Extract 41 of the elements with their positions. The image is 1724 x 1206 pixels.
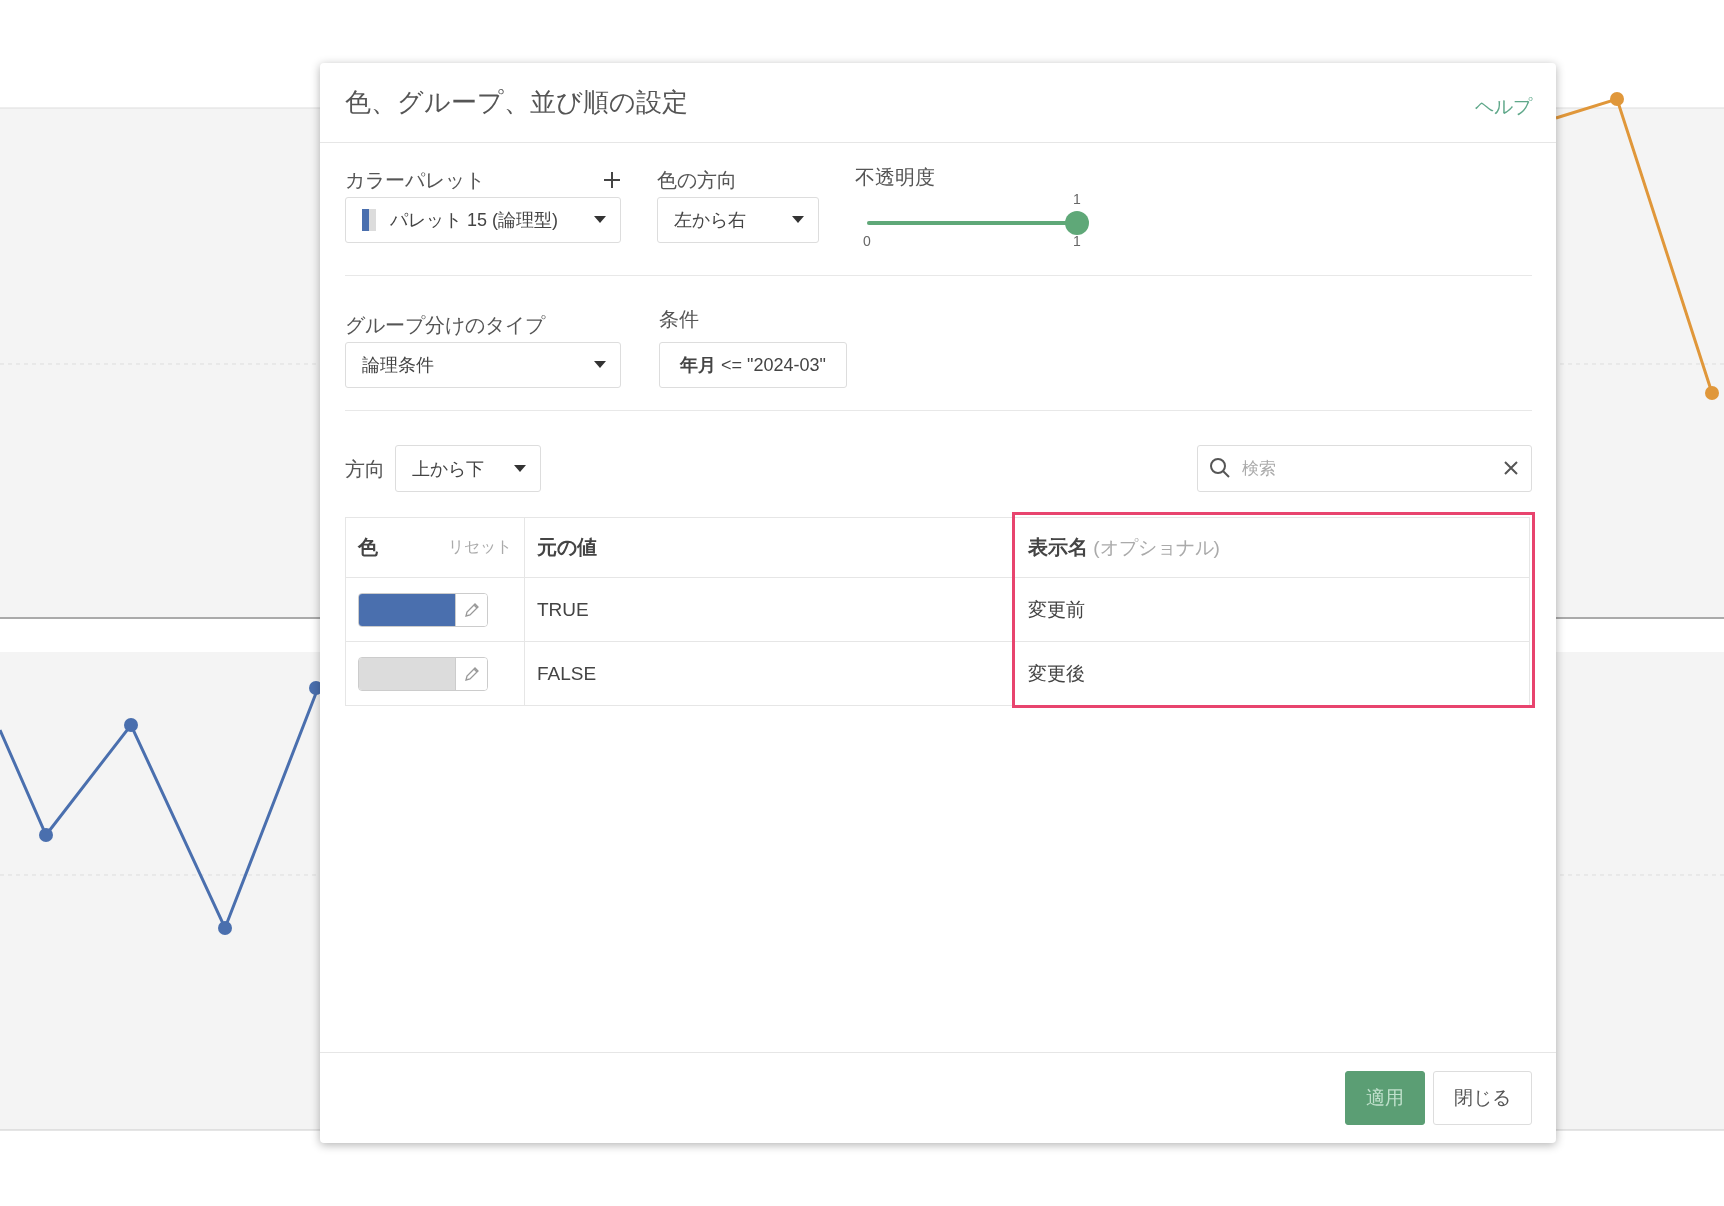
column-header: 元の値	[537, 535, 597, 560]
field-label: グループ分けのタイプ	[345, 313, 547, 338]
data-point	[1705, 386, 1719, 400]
search-field[interactable]: 検索	[1197, 445, 1532, 492]
palette-dropdown[interactable]: パレット 15 (論理型)	[345, 197, 621, 243]
data-point	[218, 921, 232, 935]
color-picker[interactable]	[358, 592, 488, 627]
slider-thumb[interactable]	[1065, 211, 1089, 235]
clear-icon[interactable]	[1504, 461, 1518, 475]
table-cell: FALSE	[537, 662, 597, 685]
field-label: 条件	[659, 307, 700, 332]
caret-icon	[792, 216, 804, 224]
dialog-title: 色、グループ、並び順の設定	[345, 86, 688, 119]
caret-icon	[514, 464, 526, 473]
field-label: カラーパレット	[345, 168, 485, 193]
caret-icon	[594, 361, 606, 369]
field-label: 方向	[345, 456, 385, 482]
data-point	[124, 718, 138, 732]
slider-max-label: 1	[1073, 233, 1081, 249]
table-cell-text: 変更前	[1028, 597, 1085, 622]
direction-dropdown[interactable]: 左から右	[657, 197, 819, 243]
column-header: 表示名 (オプショナル)	[1028, 535, 1220, 560]
data-point	[1610, 92, 1624, 106]
search-icon	[1209, 457, 1231, 479]
opacity-slider[interactable]	[867, 211, 1089, 235]
table-cell-text: 変更後	[1028, 661, 1085, 686]
slider-min-label: 0	[863, 233, 871, 249]
slider-value: 1	[1073, 191, 1081, 207]
caret-icon	[594, 216, 606, 224]
field-label: 不透明度	[855, 165, 936, 190]
condition-field[interactable]: 年月 <= "2024-03"	[659, 342, 847, 388]
grouping-dropdown[interactable]: 論理条件	[345, 342, 621, 388]
field-label: 色の方向	[657, 168, 738, 193]
plus-icon[interactable]	[603, 171, 621, 189]
color-picker[interactable]	[358, 656, 488, 691]
close-button[interactable]: 閉じる	[1433, 1071, 1532, 1125]
data-point	[39, 828, 53, 842]
order-dropdown[interactable]: 上から下	[395, 445, 541, 492]
column-header: 色	[358, 535, 378, 560]
palette-swatch-icon	[362, 209, 376, 231]
table-cell: TRUE	[537, 598, 589, 621]
